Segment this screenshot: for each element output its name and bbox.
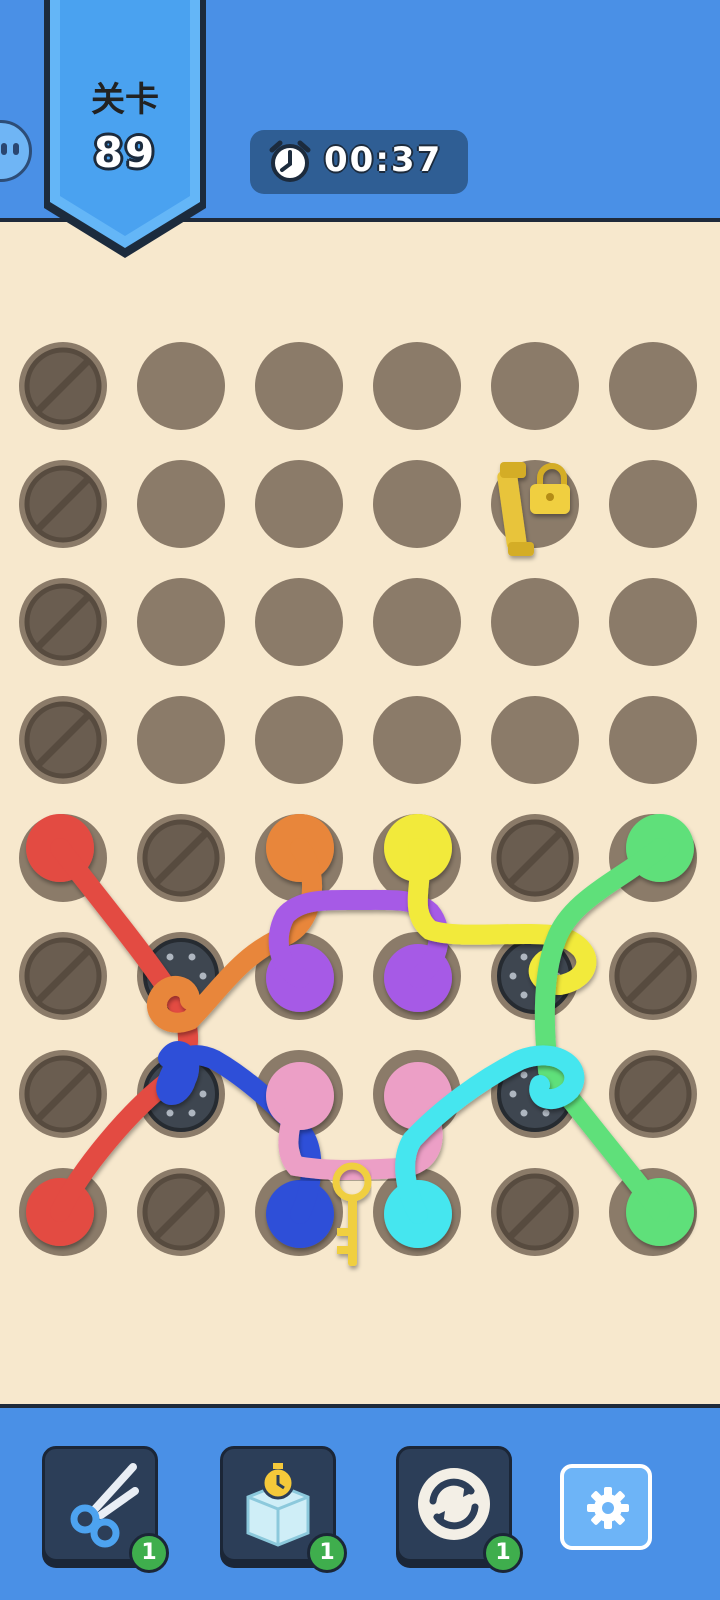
rope-layer: [26, 814, 694, 1248]
hole-blocked-r2-c0: [19, 578, 107, 666]
scissors-tool-button[interactable]: 1: [42, 1446, 169, 1573]
hole-blocked-r6-c5: [609, 1050, 697, 1138]
hole-open-r0-c2[interactable]: [255, 342, 343, 430]
gear-icon: [587, 1487, 629, 1529]
hole-open-r1-c1[interactable]: [137, 460, 225, 548]
hole-blocked-r7-c1: [137, 1168, 225, 1256]
shuffle-tool-button[interactable]: 1: [396, 1446, 523, 1573]
scissors-count-badge: 1: [129, 1533, 169, 1573]
hole-open-r3-c1[interactable]: [137, 696, 225, 784]
level-number: 89: [93, 128, 157, 177]
scissors-icon: [70, 1463, 139, 1548]
hole-blocked-r3-c0: [19, 696, 107, 784]
top-bar: 关卡 89 00:37: [0, 0, 720, 258]
hole-blocked-r0-c0: [19, 342, 107, 430]
hole-open-r0-c1[interactable]: [137, 342, 225, 430]
hole-open-r2-c2[interactable]: [255, 578, 343, 666]
hole-open-r2-c4[interactable]: [491, 578, 579, 666]
shuffle-icon: [418, 1468, 490, 1540]
bottom-toolbar: 1 1 1: [0, 1404, 720, 1600]
level-label: 关卡: [91, 80, 159, 120]
hole-open-r3-c2[interactable]: [255, 696, 343, 784]
hole-open-r3-c4[interactable]: [491, 696, 579, 784]
hole-open-r0-c4[interactable]: [491, 342, 579, 430]
settings-button[interactable]: [560, 1464, 652, 1550]
shuffle-count-badge: 1: [483, 1533, 523, 1573]
game-board[interactable]: [0, 222, 720, 1406]
hole-open-r2-c3[interactable]: [373, 578, 461, 666]
freeze-count-badge: 1: [307, 1533, 347, 1573]
hole-open-r1-c5[interactable]: [609, 460, 697, 548]
timer: 00:37: [250, 130, 468, 194]
hole-blocked-r5-c0: [19, 932, 107, 1020]
hole-open-r0-c3[interactable]: [373, 342, 461, 430]
hole-open-r0-c5[interactable]: [609, 342, 697, 430]
hole-open-r3-c3[interactable]: [373, 696, 461, 784]
freeze-timer-tool-button[interactable]: 1: [220, 1446, 347, 1573]
hole-blocked-r4-c1: [137, 814, 225, 902]
alarm-clock-icon: [269, 140, 311, 182]
hole-open-r1-c3[interactable]: [373, 460, 461, 548]
hole-blocked-r5-c5: [609, 932, 697, 1020]
hole-open-r2-c5[interactable]: [609, 578, 697, 666]
timer-text: 00:37: [324, 140, 443, 180]
hole-blocked-r7-c4: [491, 1168, 579, 1256]
hole-blocked-r4-c4: [491, 814, 579, 902]
side-menu-button[interactable]: [0, 120, 32, 182]
hole-blocked-r1-c0: [19, 460, 107, 548]
hole-open-r3-c5[interactable]: [609, 696, 697, 784]
hole-open-r1-c2[interactable]: [255, 460, 343, 548]
hole-open-r2-c1[interactable]: [137, 578, 225, 666]
hole-blocked-r6-c0: [19, 1050, 107, 1138]
freeze-timer-icon: [246, 1463, 310, 1547]
